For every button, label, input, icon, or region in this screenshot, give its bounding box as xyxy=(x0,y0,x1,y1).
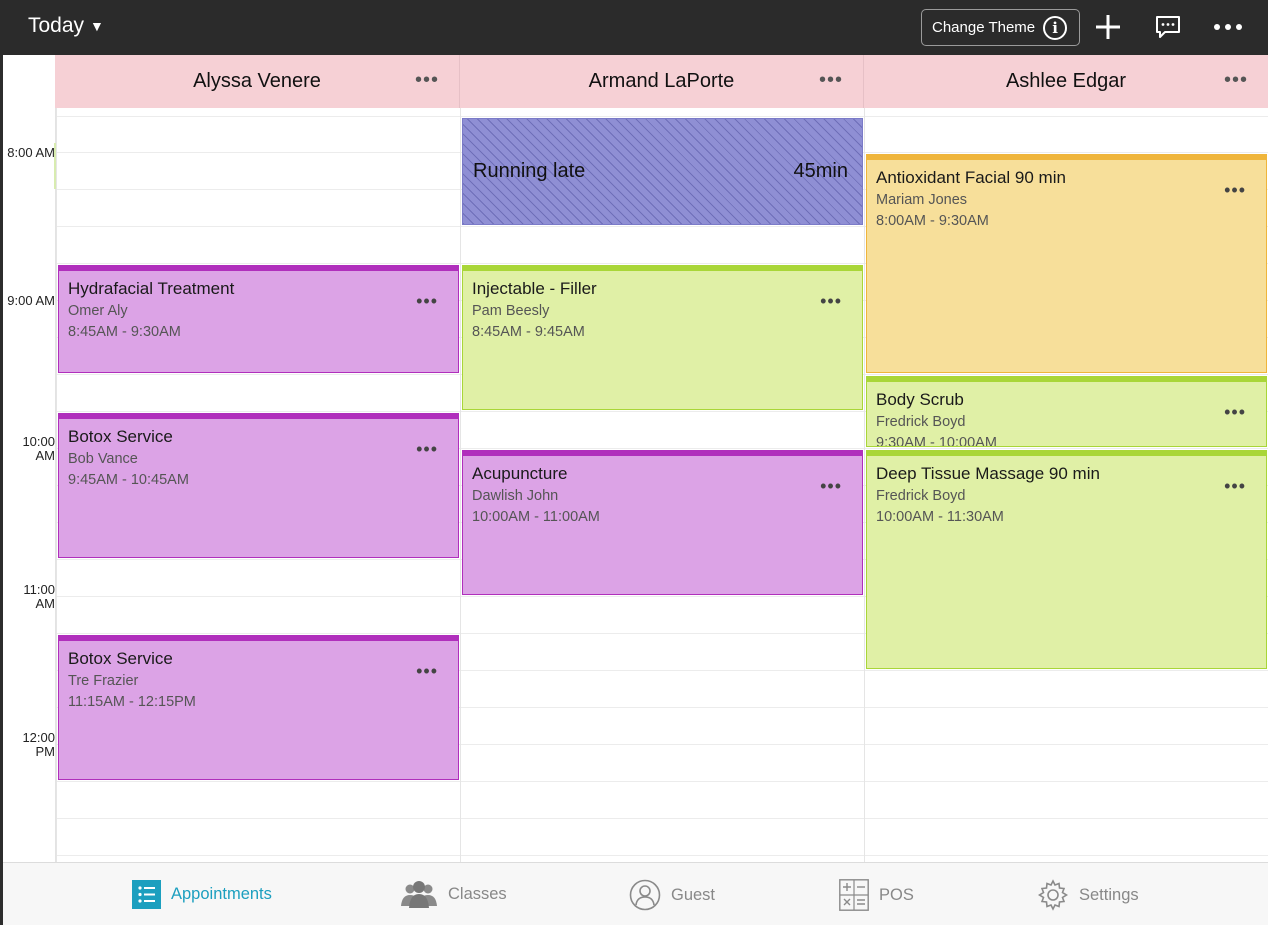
grid-line xyxy=(56,818,1268,819)
more-icon[interactable]: ••• xyxy=(820,476,842,497)
calculator-icon xyxy=(839,879,869,911)
tab-label: Guest xyxy=(671,885,716,904)
change-theme-label: Change Theme xyxy=(932,19,1036,36)
appointment-title: Hydrafacial Treatment xyxy=(68,279,235,298)
appointment-time: 10:00AM - 11:00AM xyxy=(472,509,600,525)
grid-line xyxy=(56,855,1268,856)
more-icon[interactable]: ••• xyxy=(1224,402,1246,423)
time-label: 8:00 AM xyxy=(7,145,55,160)
list-icon xyxy=(131,879,161,909)
provider-header[interactable]: Ashlee Edgar ••• xyxy=(864,55,1268,108)
appointment-client: Tre Frazier xyxy=(68,673,139,689)
appointment-client: Bob Vance xyxy=(68,451,138,467)
tab-settings[interactable]: Settings xyxy=(1037,879,1139,911)
appointment-card[interactable]: Botox Service Tre Frazier 11:15AM - 12:1… xyxy=(58,635,459,780)
more-icon[interactable]: ••• xyxy=(1224,69,1248,92)
app: Today ▼ Change Theme i 8:00 AM 9:00 AM 1… xyxy=(0,0,1268,925)
appointment-title: Antioxidant Facial 90 min xyxy=(876,168,1066,187)
more-icon[interactable]: ••• xyxy=(820,291,842,312)
column-divider xyxy=(56,108,57,862)
more-icon[interactable]: ••• xyxy=(819,69,843,92)
appointment-time: 8:00AM - 9:30AM xyxy=(876,213,989,229)
provider-name: Alyssa Venere xyxy=(193,70,321,92)
appointment-title: Acupuncture xyxy=(472,464,568,483)
block-label: Running late xyxy=(473,160,586,182)
more-icon[interactable]: ••• xyxy=(1224,476,1246,497)
appointment-time: 10:00AM - 11:30AM xyxy=(876,509,1004,525)
tab-pos[interactable]: POS xyxy=(839,879,914,911)
time-label: 12:00 PM xyxy=(22,730,55,759)
appointment-client: Mariam Jones xyxy=(876,192,968,208)
appointment-card[interactable]: Acupuncture Dawlish John 10:00AM - 11:00… xyxy=(462,450,863,595)
more-icon[interactable]: ••• xyxy=(416,291,438,312)
grid-line xyxy=(56,116,1268,117)
tab-guest[interactable]: Guest xyxy=(629,879,715,911)
today-label: Today xyxy=(28,14,85,37)
change-theme-button[interactable]: Change Theme i xyxy=(921,9,1080,46)
appointment-title: Botox Service xyxy=(68,427,173,446)
provider-header[interactable]: Alyssa Venere ••• xyxy=(55,55,460,108)
time-label: 11:00 AM xyxy=(23,582,55,611)
appointment-title: Deep Tissue Massage 90 min xyxy=(876,464,1100,483)
appointment-client: Dawlish John xyxy=(472,488,559,504)
more-icon[interactable] xyxy=(1212,10,1244,44)
tab-label: Appointments xyxy=(171,884,272,903)
appointment-card[interactable]: Deep Tissue Massage 90 min Fredrick Boyd… xyxy=(866,450,1267,669)
more-icon[interactable]: ••• xyxy=(416,439,438,460)
appointment-title: Injectable - Filler xyxy=(472,279,597,298)
appointment-client: Fredrick Boyd xyxy=(876,488,966,504)
appointment-time: 8:45AM - 9:45AM xyxy=(472,324,585,340)
tab-label: Classes xyxy=(448,884,507,903)
calendar-view: 8:00 AM 9:00 AM 10:00 AM 11:00 AM 12:00 … xyxy=(3,55,1268,862)
appointment-card[interactable]: Antioxidant Facial 90 min Mariam Jones 8… xyxy=(866,154,1267,373)
tab-classes[interactable]: Classes xyxy=(400,879,507,909)
info-icon: i xyxy=(1043,15,1068,40)
appointment-client: Pam Beesly xyxy=(472,303,550,319)
chat-icon[interactable] xyxy=(1154,10,1182,44)
provider-name: Ashlee Edgar xyxy=(1005,70,1127,92)
caret-down-icon: ▼ xyxy=(90,18,104,34)
column-divider xyxy=(460,108,461,862)
block-duration: 45min xyxy=(793,160,848,182)
gear-icon xyxy=(1037,879,1069,911)
grid-line xyxy=(56,781,1268,782)
appointment-time: 9:30AM - 10:00AM xyxy=(876,435,997,447)
group-icon xyxy=(400,879,438,909)
user-icon xyxy=(629,879,661,911)
plus-icon[interactable] xyxy=(1092,10,1124,44)
top-bar: Today ▼ Change Theme i xyxy=(0,0,1268,55)
appointment-client: Fredrick Boyd xyxy=(876,414,966,430)
time-label: 9:00 AM xyxy=(7,293,55,308)
appointment-time: 9:45AM - 10:45AM xyxy=(68,472,189,488)
appointment-card[interactable]: Injectable - Filler Pam Beesly 8:45AM - … xyxy=(462,265,863,410)
tab-label: POS xyxy=(879,885,914,904)
time-label: 10:00 AM xyxy=(22,434,55,463)
more-icon[interactable]: ••• xyxy=(415,69,439,92)
today-dropdown[interactable]: Today ▼ xyxy=(28,14,104,38)
schedule-grid[interactable]: Hydrafacial Treatment Omer Aly 8:45AM - … xyxy=(56,108,1268,862)
appointment-time: 8:45AM - 9:30AM xyxy=(68,324,181,340)
more-icon[interactable]: ••• xyxy=(416,661,438,682)
appointment-card[interactable]: Botox Service Bob Vance 9:45AM - 10:45AM… xyxy=(58,413,459,558)
appointment-card[interactable]: Body Scrub Fredrick Boyd 9:30AM - 10:00A… xyxy=(866,376,1267,447)
appointment-time: 11:15AM - 12:15PM xyxy=(68,694,196,710)
provider-name: Armand LaPorte xyxy=(588,70,735,92)
time-column: 8:00 AM 9:00 AM 10:00 AM 11:00 AM 12:00 … xyxy=(3,55,56,862)
tab-label: Settings xyxy=(1079,885,1139,904)
bottom-tab-bar: Appointments Classes Guest POS Settings xyxy=(3,862,1268,925)
column-divider xyxy=(864,108,865,862)
appointment-client: Omer Aly xyxy=(68,303,128,319)
appointment-card[interactable]: Hydrafacial Treatment Omer Aly 8:45AM - … xyxy=(58,265,459,373)
appointment-title: Body Scrub xyxy=(876,390,964,409)
more-icon[interactable]: ••• xyxy=(1224,180,1246,201)
appointment-title: Botox Service xyxy=(68,649,173,668)
provider-header[interactable]: Armand LaPorte ••• xyxy=(460,55,864,108)
tab-appointments[interactable]: Appointments xyxy=(131,879,272,909)
running-late-block[interactable]: Running late 45min xyxy=(462,118,863,225)
